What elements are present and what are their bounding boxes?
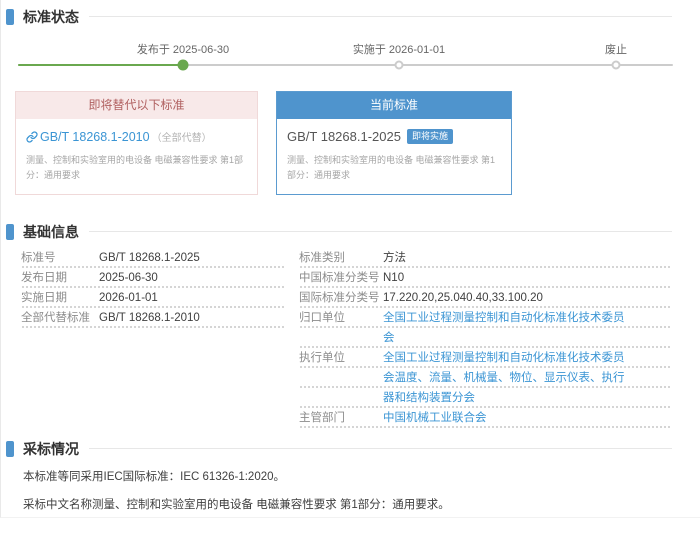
info-label: 标准号 bbox=[21, 248, 99, 268]
info-label: 国际标准分类号 bbox=[299, 288, 383, 308]
replaced-standard-code: GB/T 18268.1-2010 bbox=[40, 130, 150, 144]
info-label: 主管部门 bbox=[299, 408, 383, 428]
standard-cards: 即将替代以下标准 GB/T 18268.1-2010（全部代替） 测量、控制和实… bbox=[15, 91, 700, 195]
timeline-label-published: 发布于 2025-06-30 bbox=[137, 41, 229, 57]
info-value: 17.220.20,25.040.40,33.100.20 bbox=[383, 288, 543, 308]
standard-detail-panel: 标准状态 发布于 2025-06-30 实施于 2026-01-01 废止 即将… bbox=[0, 0, 700, 518]
table-row: 归口单位 全国工业过程测量控制和自动化标准化技术委员会 bbox=[299, 308, 672, 348]
centralized-unit-link[interactable]: 全国工业过程测量控制和自动化标准化技术委员会 bbox=[383, 308, 633, 348]
info-label: 全部代替标准 bbox=[21, 308, 99, 328]
basic-info-section-header: 基础信息 bbox=[6, 223, 672, 240]
current-standard-description: 测量、控制和实验室用的电设备 电磁兼容性要求 第1部分：通用要求 bbox=[287, 153, 501, 184]
adoption-section-title: 采标情况 bbox=[23, 439, 79, 459]
timeline-dot-abolished bbox=[612, 61, 621, 70]
status-section-header: 标准状态 bbox=[6, 8, 672, 25]
replaced-card-body: GB/T 18268.1-2010（全部代替） 测量、控制和实验室用的电设备 电… bbox=[16, 119, 257, 192]
adoption-paragraph: 本标准等同采用IEC国际标准：IEC 61326-1:2020。 bbox=[23, 469, 672, 485]
info-value: 方法 bbox=[383, 248, 406, 268]
section-divider-line bbox=[89, 16, 672, 17]
competent-department-link[interactable]: 中国机械工业联合会 bbox=[383, 408, 487, 428]
info-value: 2025-06-30 bbox=[99, 268, 158, 288]
info-label: 归口单位 bbox=[299, 308, 383, 328]
current-card-header: 当前标准 bbox=[277, 92, 511, 119]
table-row: 执行单位 全国工业过程测量控制和自动化标准化技术委员会温度、流量、机械量、物位、… bbox=[299, 348, 672, 408]
current-standard-card: 当前标准 GB/T 18268.1-2025 即将实施 测量、控制和实验室用的电设… bbox=[276, 91, 512, 195]
info-label: 发布日期 bbox=[21, 268, 99, 288]
replaced-standard-card: 即将替代以下标准 GB/T 18268.1-2010（全部代替） 测量、控制和实… bbox=[15, 91, 258, 195]
table-row: 发布日期 2025-06-30 bbox=[21, 268, 286, 288]
info-value: 2026-01-01 bbox=[99, 288, 158, 308]
section-accent-square bbox=[6, 224, 14, 240]
status-section-title: 标准状态 bbox=[23, 7, 79, 27]
timeline-label-implemented: 实施于 2026-01-01 bbox=[353, 41, 445, 57]
timeline-dot-published bbox=[178, 60, 189, 71]
basic-info-left-column: 标准号 GB/T 18268.1-2025 发布日期 2025-06-30 实施… bbox=[21, 248, 286, 328]
info-label: 实施日期 bbox=[21, 288, 99, 308]
timeline-label-abolished: 废止 bbox=[605, 41, 627, 57]
chain-link-icon bbox=[26, 131, 38, 143]
section-divider-line bbox=[89, 231, 672, 232]
info-value: GB/T 18268.1-2025 bbox=[99, 248, 200, 268]
info-label: 标准类别 bbox=[299, 248, 383, 268]
basic-info-table: 标准号 GB/T 18268.1-2025 发布日期 2025-06-30 实施… bbox=[21, 248, 672, 428]
adoption-section-header: 采标情况 bbox=[6, 440, 672, 457]
adoption-paragraph: 采标中文名称测量、控制和实验室用的电设备 电磁兼容性要求 第1部分：通用要求。 bbox=[23, 497, 672, 513]
section-accent-square bbox=[6, 441, 14, 457]
timeline-track bbox=[18, 64, 673, 66]
table-row: 标准类别 方法 bbox=[299, 248, 672, 268]
executing-unit-link[interactable]: 全国工业过程测量控制和自动化标准化技术委员会温度、流量、机械量、物位、显示仪表、… bbox=[383, 348, 633, 408]
timeline-dot-implemented bbox=[395, 61, 404, 70]
info-label: 执行单位 bbox=[299, 348, 383, 368]
table-row: 标准号 GB/T 18268.1-2025 bbox=[21, 248, 286, 268]
table-row: 主管部门 中国机械工业联合会 bbox=[299, 408, 672, 428]
timeline-progress-bar bbox=[18, 64, 183, 66]
status-timeline: 发布于 2025-06-30 实施于 2026-01-01 废止 bbox=[1, 31, 700, 79]
info-value: N10 bbox=[383, 268, 404, 288]
replaced-standard-link[interactable]: GB/T 18268.1-2010 bbox=[26, 130, 150, 144]
basic-info-section-title: 基础信息 bbox=[23, 222, 79, 242]
table-row: 国际标准分类号 17.220.20,25.040.40,33.100.20 bbox=[299, 288, 672, 308]
info-value: GB/T 18268.1-2010 bbox=[99, 308, 200, 328]
section-accent-square bbox=[6, 9, 14, 25]
replaced-standard-description: 测量、控制和实验室用的电设备 电磁兼容性要求 第1部分：通用要求 bbox=[26, 153, 247, 184]
section-divider-line bbox=[89, 448, 672, 449]
replace-note: （全部代替） bbox=[152, 133, 212, 144]
current-card-body: GB/T 18268.1-2025 即将实施 测量、控制和实验室用的电设备 电磁兼… bbox=[277, 119, 511, 192]
implementation-status-badge: 即将实施 bbox=[407, 129, 453, 144]
replaced-card-header: 即将替代以下标准 bbox=[16, 92, 257, 119]
table-row: 中国标准分类号 N10 bbox=[299, 268, 672, 288]
table-row: 实施日期 2026-01-01 bbox=[21, 288, 286, 308]
basic-info-right-column: 标准类别 方法 中国标准分类号 N10 国际标准分类号 17.220.20,25… bbox=[299, 248, 672, 428]
table-row: 全部代替标准 GB/T 18268.1-2010 bbox=[21, 308, 286, 328]
info-label: 中国标准分类号 bbox=[299, 268, 383, 288]
current-standard-code: GB/T 18268.1-2025 bbox=[287, 129, 401, 144]
